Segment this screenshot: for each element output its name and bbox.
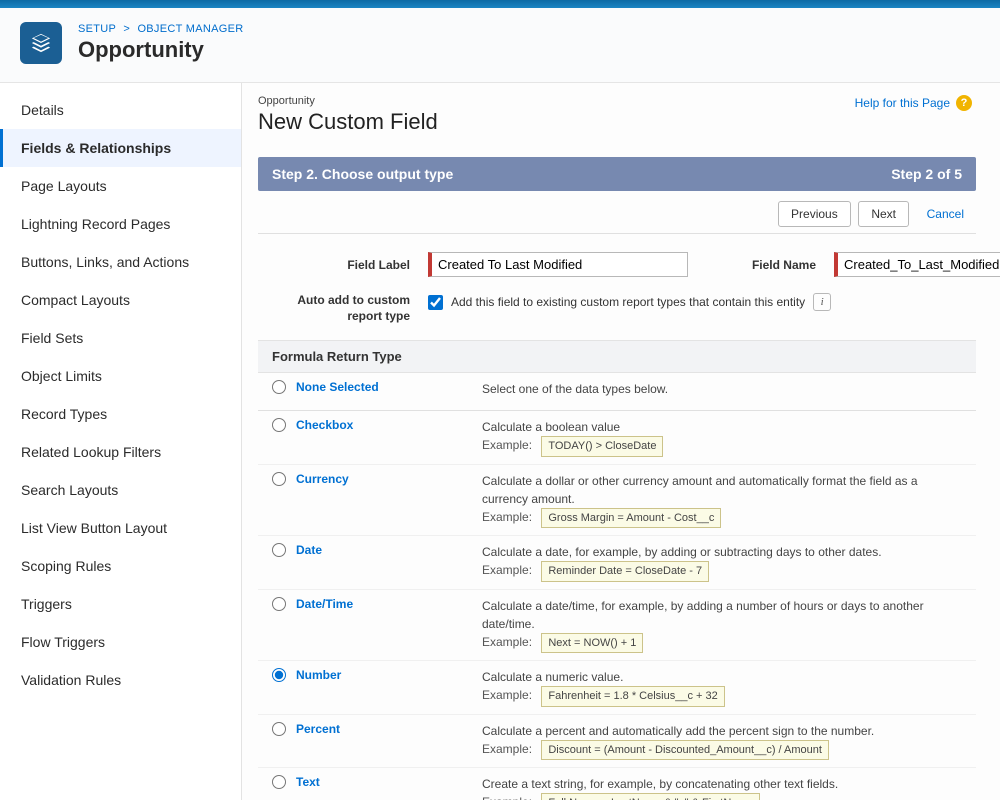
type-row-date: Date Calculate a date, for example, by ad… <box>258 536 976 590</box>
type-label-currency: Currency <box>296 472 349 486</box>
type-desc-date: Calculate a date, for example, by adding… <box>482 543 962 582</box>
type-label-checkbox: Checkbox <box>296 418 353 432</box>
sidebar-item-lightning-record-pages[interactable]: Lightning Record Pages <box>0 205 241 243</box>
sidebar-item-record-types[interactable]: Record Types <box>0 395 241 433</box>
breadcrumb-separator: > <box>119 23 134 35</box>
type-radio-currency[interactable] <box>272 472 286 486</box>
sidebar-item-field-sets[interactable]: Field Sets <box>0 319 241 357</box>
help-icon[interactable]: ? <box>956 95 972 111</box>
auto-add-text: Add this field to existing custom report… <box>451 295 805 309</box>
type-radio-number[interactable] <box>272 668 286 682</box>
field-name-input[interactable] <box>834 252 1000 277</box>
type-row-checkbox: Checkbox Calculate a boolean valueExample… <box>258 411 976 465</box>
type-desc-checkbox: Calculate a boolean valueExample: TODAY(… <box>482 418 962 457</box>
info-icon[interactable]: i <box>813 293 831 311</box>
sidebar-item-validation-rules[interactable]: Validation Rules <box>0 661 241 699</box>
header: SETUP > OBJECT MANAGER Opportunity <box>0 8 1000 83</box>
type-row-currency: Currency Calculate a dollar or other curr… <box>258 465 976 537</box>
type-desc-currency: Calculate a dollar or other currency amo… <box>482 472 962 529</box>
section-header: Formula Return Type <box>258 340 976 373</box>
type-radio-date[interactable] <box>272 543 286 557</box>
field-label-label: Field Label <box>270 258 410 272</box>
sidebar-item-object-limits[interactable]: Object Limits <box>0 357 241 395</box>
object-title: Opportunity <box>78 37 244 63</box>
type-radio-none[interactable] <box>272 380 286 394</box>
cancel-button[interactable]: Cancel <box>919 202 972 226</box>
auto-add-label: Auto add to custom report type <box>270 293 410 324</box>
type-desc-number: Calculate a numeric value.Example: Fahre… <box>482 668 962 707</box>
sidebar-item-scoping-rules[interactable]: Scoping Rules <box>0 547 241 585</box>
next-button[interactable]: Next <box>858 201 909 227</box>
type-desc-none: Select one of the data types below. <box>482 380 962 398</box>
type-label-date: Date <box>296 543 322 557</box>
step-counter: Step 2 of 5 <box>891 166 962 182</box>
breadcrumb-setup[interactable]: SETUP <box>78 23 116 35</box>
top-button-row: Previous Next Cancel <box>258 191 976 234</box>
type-radio-checkbox[interactable] <box>272 418 286 432</box>
breadcrumb: SETUP > OBJECT MANAGER <box>78 23 244 35</box>
type-row-none: None Selected Select one of the data type… <box>258 373 976 411</box>
type-label-datetime: Date/Time <box>296 597 353 611</box>
type-radio-percent[interactable] <box>272 722 286 736</box>
content-area[interactable]: Help for this Page ? Opportunity New Cus… <box>242 83 1000 800</box>
type-row-datetime: Date/Time Calculate a date/time, for exam… <box>258 590 976 662</box>
type-label-text: Text <box>296 775 320 789</box>
type-radio-text[interactable] <box>272 775 286 789</box>
sidebar-item-fields-relationships[interactable]: Fields & Relationships <box>0 129 241 167</box>
sidebar-item-related-lookup-filters[interactable]: Related Lookup Filters <box>0 433 241 471</box>
type-label-percent: Percent <box>296 722 340 736</box>
type-desc-text: Create a text string, for example, by co… <box>482 775 962 800</box>
page-title: New Custom Field <box>258 109 976 135</box>
step-bar: Step 2. Choose output type Step 2 of 5 <box>258 157 976 191</box>
breadcrumb-object-manager[interactable]: OBJECT MANAGER <box>137 23 243 35</box>
help-link[interactable]: Help for this Page <box>855 96 950 110</box>
sidebar-item-details[interactable]: Details <box>0 91 241 129</box>
field-name-label: Field Name <box>706 258 816 272</box>
type-desc-datetime: Calculate a date/time, for example, by a… <box>482 597 962 654</box>
type-radio-datetime[interactable] <box>272 597 286 611</box>
sidebar-item-buttons-links-and-actions[interactable]: Buttons, Links, and Actions <box>0 243 241 281</box>
type-row-number: Number Calculate a numeric value.Example:… <box>258 661 976 715</box>
return-type-list: None Selected Select one of the data type… <box>258 373 976 800</box>
type-desc-percent: Calculate a percent and automatically ad… <box>482 722 962 761</box>
type-label-none: None Selected <box>296 380 379 394</box>
sidebar-item-triggers[interactable]: Triggers <box>0 585 241 623</box>
type-label-number: Number <box>296 668 341 682</box>
sidebar-item-search-layouts[interactable]: Search Layouts <box>0 471 241 509</box>
type-row-percent: Percent Calculate a percent and automatic… <box>258 715 976 769</box>
sidebar-item-page-layouts[interactable]: Page Layouts <box>0 167 241 205</box>
layers-icon <box>20 22 62 64</box>
sidebar: DetailsFields & RelationshipsPage Layout… <box>0 83 242 800</box>
previous-button[interactable]: Previous <box>778 201 851 227</box>
sidebar-item-flow-triggers[interactable]: Flow Triggers <box>0 623 241 661</box>
field-label-input[interactable] <box>428 252 688 277</box>
sidebar-item-list-view-button-layout[interactable]: List View Button Layout <box>0 509 241 547</box>
auto-add-checkbox[interactable] <box>428 295 443 310</box>
step-title: Step 2. Choose output type <box>272 166 453 182</box>
sidebar-item-compact-layouts[interactable]: Compact Layouts <box>0 281 241 319</box>
type-row-text: Text Create a text string, for example, b… <box>258 768 976 800</box>
